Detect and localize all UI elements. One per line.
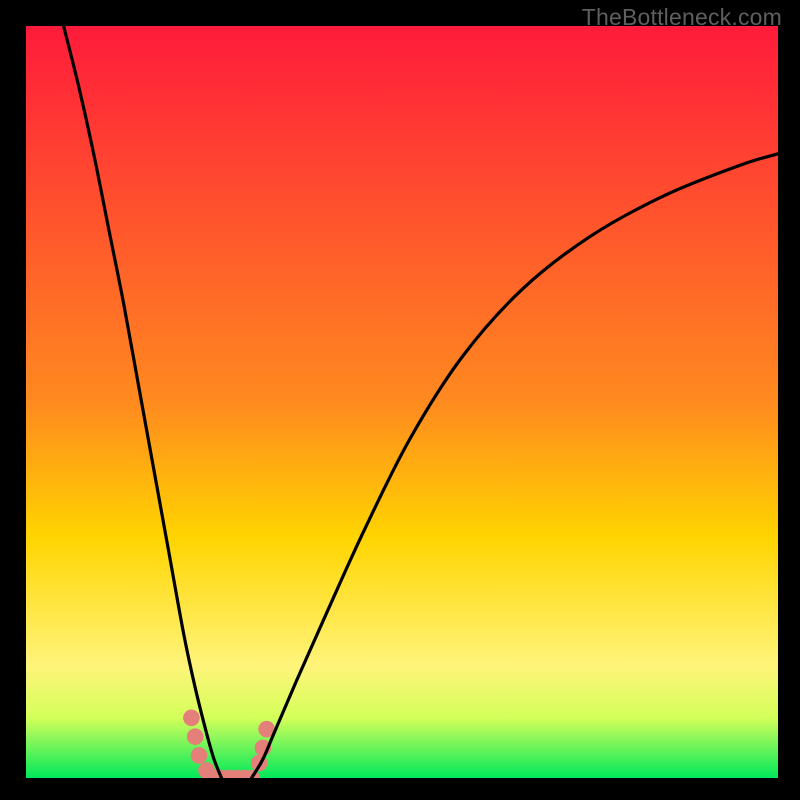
chart-marker <box>191 747 208 764</box>
watermark-text: TheBottleneck.com <box>582 4 782 31</box>
chart-marker <box>187 728 204 745</box>
chart-marker <box>183 710 200 727</box>
chart-svg <box>26 26 778 778</box>
chart-plot-area <box>26 26 778 778</box>
chart-background <box>26 26 778 778</box>
